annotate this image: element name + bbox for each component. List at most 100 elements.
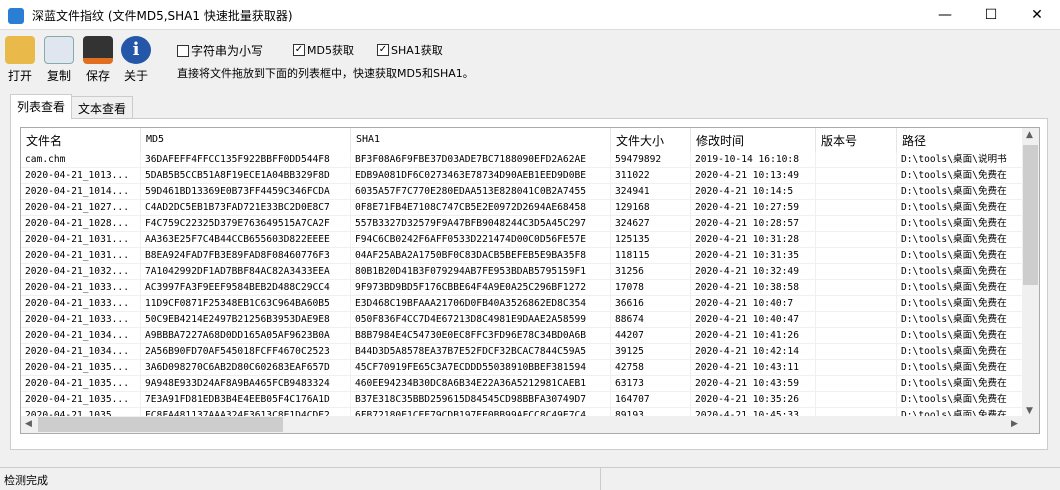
copy-icon bbox=[44, 36, 74, 64]
cell-modified: 2020-4-21 10:43:59 bbox=[691, 376, 816, 391]
cell-path: D:\tools\桌面\免费在 bbox=[897, 360, 1023, 375]
column-header-filename[interactable]: 文件名 bbox=[21, 128, 141, 152]
cell-path: D:\tools\桌面\免费在 bbox=[897, 296, 1023, 311]
list-header: 文件名 MD5 SHA1 文件大小 修改时间 版本号 路径 bbox=[21, 128, 1023, 152]
table-row[interactable]: 2020-04-21_1034... A9BBBA7227A68D0DD165A0… bbox=[21, 328, 1023, 344]
cell-version bbox=[816, 152, 897, 167]
cell-size: 88674 bbox=[611, 312, 691, 327]
table-row[interactable]: 2020-04-21_1033... AC3997FA3F9EEF9584BEB2… bbox=[21, 280, 1023, 296]
md5-checkbox[interactable]: ✓ MD5获取 bbox=[293, 42, 354, 58]
cell-version bbox=[816, 200, 897, 215]
lowercase-checkbox[interactable]: 字符串为小写 bbox=[177, 42, 263, 59]
cell-filename: 2020-04-21_1028... bbox=[21, 216, 141, 231]
cell-sha1: E3D468C19BFAAA21706D0FB40A3526862ED8C354 bbox=[351, 296, 611, 311]
cell-md5: 36DAFEFF4FFCC135F922BBFF0DD544F8 bbox=[141, 152, 351, 167]
table-row[interactable]: 2020-04-21_1033... 11D9CF0871F25348EB1C63… bbox=[21, 296, 1023, 312]
cell-size: 39125 bbox=[611, 344, 691, 359]
sha1-checkbox[interactable]: ✓ SHA1获取 bbox=[377, 42, 443, 58]
cell-filename: 2020-04-21_1032... bbox=[21, 264, 141, 279]
cell-path: D:\tools\桌面\免费在 bbox=[897, 344, 1023, 359]
cell-version bbox=[816, 184, 897, 199]
table-row[interactable]: 2020-04-21_1033... 50C9EB4214E2497B21256B… bbox=[21, 312, 1023, 328]
table-row[interactable]: 2020-04-21_1013... 5DAB5B5CCB51A8F19ECE1A… bbox=[21, 168, 1023, 184]
cell-version bbox=[816, 344, 897, 359]
cell-version bbox=[816, 168, 897, 183]
cell-sha1: 04AF25ABA2A1750BF0C83DACB5BEFEB5E9BA35F8 bbox=[351, 248, 611, 263]
horizontal-scroll-thumb[interactable] bbox=[38, 417, 283, 432]
column-header-path[interactable]: 路径 bbox=[897, 128, 1023, 152]
cell-sha1: 9F973BD9BD5F176CBBE64F4A9E0A25C296BF1272 bbox=[351, 280, 611, 295]
window-title: 深蓝文件指纹 (文件MD5,SHA1 快速批量获取器) bbox=[32, 9, 293, 23]
cell-path: D:\tools\桌面\说明书 bbox=[897, 152, 1023, 167]
cell-sha1: 0F8E71FB4E7108C747CB5E2E0972D2694AE68458 bbox=[351, 200, 611, 215]
table-row[interactable]: 2020-04-21_1032... 7A1042992DF1AD7BBF84AC… bbox=[21, 264, 1023, 280]
scroll-right-icon[interactable]: ▶ bbox=[1011, 419, 1018, 429]
cell-md5: B8EA924FAD7FB3E89FAD8F08460776F3 bbox=[141, 248, 351, 263]
close-button[interactable]: ✕ bbox=[1014, 0, 1060, 30]
cell-md5: 59D461BD13369E0B73FF4459C346FCDA bbox=[141, 184, 351, 199]
cell-sha1: B8B7984E4C54730E0EC8FFC3FD96E78C34BD0A6B bbox=[351, 328, 611, 343]
cell-modified: 2020-4-21 10:32:49 bbox=[691, 264, 816, 279]
vertical-scroll-thumb[interactable] bbox=[1023, 145, 1038, 285]
cell-sha1: EDB9A081DF6C0273463E78734D90AEB1EED9D0BE bbox=[351, 168, 611, 183]
title-bar: 深蓝文件指纹 (文件MD5,SHA1 快速批量获取器) — ☐ ✕ bbox=[0, 0, 1060, 30]
cell-modified: 2020-4-21 10:31:28 bbox=[691, 232, 816, 247]
cell-md5: 50C9EB4214E2497B21256B3953DAE9E8 bbox=[141, 312, 351, 327]
column-header-size[interactable]: 文件大小 bbox=[611, 128, 691, 152]
horizontal-scrollbar[interactable]: ◀ ▶ bbox=[21, 416, 1039, 433]
status-text: 检测完成 bbox=[4, 474, 48, 487]
cell-filename: 2020-04-21_1034... bbox=[21, 344, 141, 359]
cell-filename: 2020-04-21_1034... bbox=[21, 328, 141, 343]
cell-modified: 2020-4-21 10:13:49 bbox=[691, 168, 816, 183]
table-row[interactable]: 2020-04-21_1014... 59D461BD13369E0B73FF44… bbox=[21, 184, 1023, 200]
table-row[interactable]: 2020-04-21_1035... 9A948E933D24AF8A9BA465… bbox=[21, 376, 1023, 392]
cell-modified: 2020-4-21 10:40:7 bbox=[691, 296, 816, 311]
cell-path: D:\tools\桌面\免费在 bbox=[897, 184, 1023, 199]
scroll-down-icon[interactable]: ▼ bbox=[1026, 406, 1033, 416]
minimize-button[interactable]: — bbox=[922, 0, 968, 30]
cell-version bbox=[816, 264, 897, 279]
save-button[interactable]: 保存 bbox=[78, 36, 118, 86]
open-button[interactable]: 打开 bbox=[0, 36, 40, 86]
column-header-modified[interactable]: 修改时间 bbox=[691, 128, 816, 152]
cell-path: D:\tools\桌面\免费在 bbox=[897, 312, 1023, 327]
table-row[interactable]: cam.chm 36DAFEFF4FFCC135F922BBFF0DD544F8 B… bbox=[21, 152, 1023, 168]
cell-sha1: 80B1B20D41B3F079294AB7FE953BDAB5795159F1 bbox=[351, 264, 611, 279]
file-list[interactable]: 文件名 MD5 SHA1 文件大小 修改时间 版本号 路径 cam.chm 36D… bbox=[20, 127, 1040, 434]
table-row[interactable]: 2020-04-21_1035... 7E3A91FD81EDB3B4E4EEB0… bbox=[21, 392, 1023, 408]
table-row[interactable]: 2020-04-21_1031... B8EA924FAD7FB3E89FAD8F… bbox=[21, 248, 1023, 264]
cell-filename: 2020-04-21_1013... bbox=[21, 168, 141, 183]
table-row[interactable]: 2020-04-21_1034... 2A56B90FD70AF545018FCF… bbox=[21, 344, 1023, 360]
cell-size: 125135 bbox=[611, 232, 691, 247]
scroll-up-icon[interactable]: ▲ bbox=[1026, 130, 1033, 140]
folder-open-icon bbox=[5, 36, 35, 64]
about-button[interactable]: i 关于 bbox=[116, 36, 156, 86]
table-row[interactable]: 2020-04-21_1028... F4C759C22325D379E76364… bbox=[21, 216, 1023, 232]
column-header-sha1[interactable]: SHA1 bbox=[351, 128, 611, 152]
tab-text-view[interactable]: 文本查看 bbox=[71, 96, 134, 118]
cell-filename: 2020-04-21_1033... bbox=[21, 312, 141, 327]
tab-list-view[interactable]: 列表查看 bbox=[10, 94, 73, 119]
cell-md5: AC3997FA3F9EEF9584BEB2D488C29CC4 bbox=[141, 280, 351, 295]
cell-version bbox=[816, 360, 897, 375]
cell-path: D:\tools\桌面\免费在 bbox=[897, 264, 1023, 279]
vertical-scrollbar[interactable]: ▲ ▼ bbox=[1022, 128, 1039, 418]
cell-size: 164707 bbox=[611, 392, 691, 407]
copy-button[interactable]: 复制 bbox=[39, 36, 79, 86]
maximize-button[interactable]: ☐ bbox=[968, 0, 1014, 30]
cell-path: D:\tools\桌面\免费在 bbox=[897, 328, 1023, 343]
cell-md5: 2A56B90FD70AF545018FCFF4670C2523 bbox=[141, 344, 351, 359]
cell-md5: AA363E25F7C4B44CCB655603D822EEEE bbox=[141, 232, 351, 247]
cell-path: D:\tools\桌面\免费在 bbox=[897, 248, 1023, 263]
table-row[interactable]: 2020-04-21_1031... AA363E25F7C4B44CCB6556… bbox=[21, 232, 1023, 248]
table-row[interactable]: 2020-04-21_1027... C4AD2DC5EB1B73FAD721E3… bbox=[21, 200, 1023, 216]
cell-path: D:\tools\桌面\免费在 bbox=[897, 168, 1023, 183]
cell-md5: C4AD2DC5EB1B73FAD721E33BC2D0E8C7 bbox=[141, 200, 351, 215]
scroll-left-icon[interactable]: ◀ bbox=[25, 419, 32, 429]
cell-modified: 2020-4-21 10:43:11 bbox=[691, 360, 816, 375]
table-row[interactable]: 2020-04-21_1035... 3A6D098270C6AB2D80C602… bbox=[21, 360, 1023, 376]
column-header-md5[interactable]: MD5 bbox=[141, 128, 351, 152]
column-header-version[interactable]: 版本号 bbox=[816, 128, 897, 152]
cell-path: D:\tools\桌面\免费在 bbox=[897, 376, 1023, 391]
cell-size: 44207 bbox=[611, 328, 691, 343]
